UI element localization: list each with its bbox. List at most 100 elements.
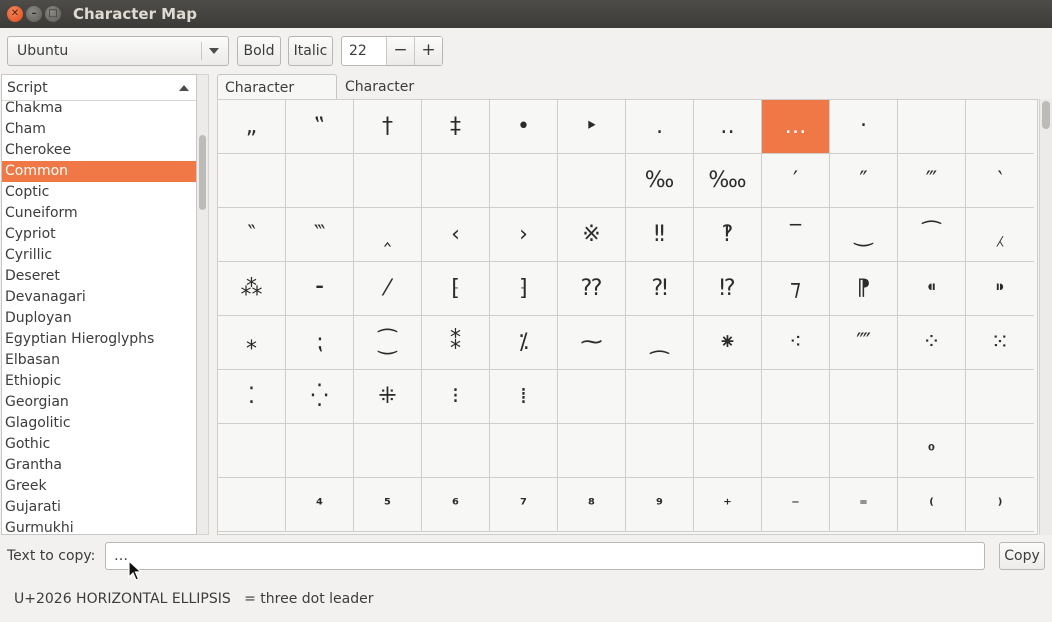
script-list-item[interactable]: Coptic <box>2 182 196 203</box>
character-cell[interactable]: ⁻ <box>762 478 830 532</box>
character-cell[interactable] <box>762 370 830 424</box>
script-list-item[interactable]: Cypriot <box>2 224 196 245</box>
character-cell[interactable]: ‷ <box>286 208 354 262</box>
character-cell[interactable]: ⁼ <box>830 478 898 532</box>
tab-character-details[interactable]: Character Details <box>338 74 468 121</box>
character-cell[interactable]: ‣ <box>558 100 626 154</box>
character-cell[interactable] <box>830 370 898 424</box>
character-cell[interactable]: ⁶ <box>422 478 490 532</box>
character-cell[interactable]: ⁴ <box>286 478 354 532</box>
character-cell[interactable] <box>490 424 558 478</box>
character-cell[interactable]: ‾ <box>762 208 830 262</box>
character-cell[interactable]: ⁘ <box>898 316 966 370</box>
character-cell[interactable]: ⁒ <box>490 316 558 370</box>
text-to-copy-input[interactable]: … <box>105 542 985 570</box>
script-list-item[interactable]: Gujarati <box>2 497 196 518</box>
character-cell[interactable]: ⁐ <box>354 316 422 370</box>
script-list-item[interactable]: Deseret <box>2 266 196 287</box>
character-cell[interactable]: ⁗ <box>830 316 898 370</box>
character-cell[interactable]: ‶ <box>218 208 286 262</box>
tab-character-table[interactable]: Character Table <box>217 74 337 122</box>
bold-button[interactable]: Bold <box>237 36 281 66</box>
font-size-value[interactable]: 22 <box>349 43 367 59</box>
character-cell[interactable]: „ <box>218 100 286 154</box>
script-column-header[interactable]: Script <box>2 75 196 101</box>
character-cell[interactable]: ⁚ <box>218 370 286 424</box>
character-cell[interactable]: ⁾ <box>966 478 1034 532</box>
script-list-item[interactable]: Gurmukhi <box>2 518 196 534</box>
character-cell[interactable]: ‿ <box>830 208 898 262</box>
character-cell[interactable] <box>966 100 1034 154</box>
character-cell[interactable]: ⁰ <box>898 424 966 478</box>
character-cell[interactable] <box>422 154 490 208</box>
script-list-item[interactable]: Devanagari <box>2 287 196 308</box>
script-list-item[interactable]: Cuneiform <box>2 203 196 224</box>
script-list-item[interactable]: Common <box>2 161 196 182</box>
script-list-scroll-thumb[interactable] <box>199 135 206 210</box>
character-cell[interactable] <box>898 100 966 154</box>
character-cell[interactable] <box>218 478 286 532</box>
character-cell[interactable]: ⁍ <box>966 262 1034 316</box>
decrease-size-button[interactable]: − <box>386 37 414 65</box>
character-cell[interactable]: ⁹ <box>626 478 694 532</box>
character-cell[interactable] <box>354 154 422 208</box>
close-icon[interactable]: ✕ <box>7 6 23 22</box>
character-cell[interactable]: ⁑ <box>422 316 490 370</box>
character-cell[interactable] <box>286 154 354 208</box>
font-size-spinner[interactable]: 22 − + <box>341 36 443 66</box>
script-list-item[interactable]: Egyptian Hieroglyphs <box>2 329 196 350</box>
script-list-item[interactable]: Glagolitic <box>2 413 196 434</box>
character-cell[interactable]: ‼ <box>626 208 694 262</box>
character-cell[interactable]: ⁂ <box>218 262 286 316</box>
character-cell[interactable] <box>354 424 422 478</box>
character-cell[interactable]: ⁺ <box>694 478 762 532</box>
character-cell[interactable]: ⁌ <box>898 262 966 316</box>
character-table[interactable]: „ ‟ † ‡ • ‣ ․ ‥… ‧ ‰ ‱ ′ ″ ‴ ‵ ‶ ‷ ‸ ‹ › ※ ‼ ‽ ‾ ‿ ⁀ ⁁ ⁂ ⁃ ⁄ ⁅ ⁆ ⁇ ⁈ ⁉ ⁊ ⁋ ⁌ ⁍… <box>217 99 1038 535</box>
character-cell[interactable] <box>966 370 1034 424</box>
character-cell[interactable]: ‧ <box>830 100 898 154</box>
character-cell[interactable] <box>898 370 966 424</box>
script-list[interactable]: Chakma Cham Cherokee Common Coptic Cuneiform C… <box>1 74 197 535</box>
character-cell[interactable] <box>286 424 354 478</box>
character-cell[interactable]: ⁖ <box>762 316 830 370</box>
character-cell[interactable]: ⁽ <box>898 478 966 532</box>
character-cell[interactable]: ″ <box>830 154 898 208</box>
character-cell[interactable]: ⁈ <box>626 262 694 316</box>
character-cell[interactable] <box>558 370 626 424</box>
character-cell[interactable] <box>694 424 762 478</box>
character-cell[interactable] <box>422 424 490 478</box>
character-cell[interactable]: ⁝ <box>422 370 490 424</box>
character-cell[interactable]: ⁏ <box>286 316 354 370</box>
script-list-item[interactable]: Georgian <box>2 392 196 413</box>
character-cell[interactable] <box>966 424 1034 478</box>
script-list-item[interactable]: Greek <box>2 476 196 497</box>
character-cell[interactable]: ⁋ <box>830 262 898 316</box>
character-cell[interactable]: ‥ <box>694 100 762 154</box>
script-list-item[interactable]: Elbasan <box>2 350 196 371</box>
character-cell[interactable]: ‵ <box>966 154 1034 208</box>
increase-size-button[interactable]: + <box>414 37 442 65</box>
character-cell[interactable]: ⁞ <box>490 370 558 424</box>
character-cell[interactable]: ⁇ <box>558 262 626 316</box>
copy-button[interactable]: Copy <box>999 542 1045 570</box>
script-list-scrollbar[interactable] <box>197 74 209 535</box>
character-cell[interactable]: ⁔ <box>626 316 694 370</box>
character-cell[interactable]: ‡ <box>422 100 490 154</box>
character-cell[interactable]: ⁃ <box>286 262 354 316</box>
character-table-scrollbar[interactable] <box>1039 99 1052 535</box>
character-cell[interactable]: ․ <box>626 100 694 154</box>
script-list-item[interactable]: Cherokee <box>2 140 196 161</box>
character-cell[interactable]: ※ <box>558 208 626 262</box>
character-cell[interactable] <box>762 424 830 478</box>
character-cell[interactable] <box>830 424 898 478</box>
character-cell[interactable]: ⁁ <box>966 208 1034 262</box>
font-selector[interactable]: Ubuntu <box>7 36 229 66</box>
character-cell[interactable]: ′ <box>762 154 830 208</box>
character-cell[interactable]: ‽ <box>694 208 762 262</box>
script-list-item[interactable]: Cham <box>2 119 196 140</box>
character-cell[interactable] <box>626 424 694 478</box>
character-cell[interactable] <box>218 424 286 478</box>
script-list-item[interactable]: Ethiopic <box>2 371 196 392</box>
character-cell[interactable]: ⁸ <box>558 478 626 532</box>
character-cell[interactable]: ‟ <box>286 100 354 154</box>
